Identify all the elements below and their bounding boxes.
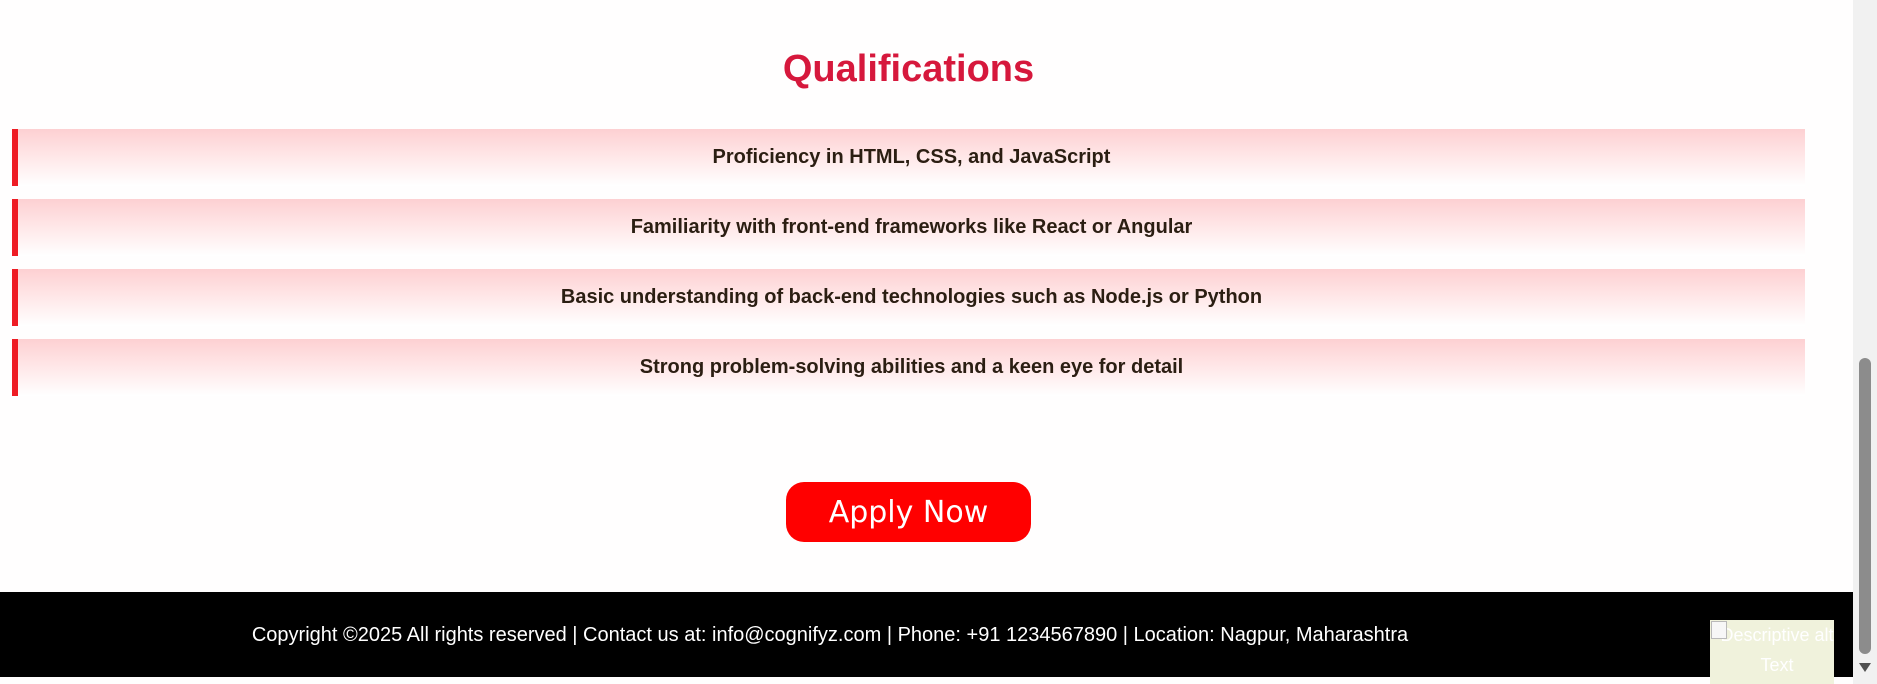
scrollbar-thumb[interactable] xyxy=(1859,358,1871,654)
qualification-item: Strong problem-solving abilities and a k… xyxy=(12,339,1805,396)
footer-text: Copyright ©2025 All rights reserved | Co… xyxy=(251,624,1409,646)
footer: Copyright ©2025 All rights reserved | Co… xyxy=(0,592,1853,677)
qualification-item: Familiarity with front-end frameworks li… xyxy=(12,199,1805,256)
qualification-item: Basic understanding of back-end technolo… xyxy=(12,269,1805,326)
page-content: Qualifications Proficiency in HTML, CSS,… xyxy=(0,0,1853,684)
qualifications-heading: Qualifications xyxy=(782,48,1035,90)
qualifications-list: Proficiency in HTML, CSS, and JavaScript… xyxy=(12,129,1805,409)
scroll-down-arrow-icon[interactable] xyxy=(1859,663,1871,672)
apply-now-button[interactable]: Apply Now xyxy=(786,482,1031,542)
qualification-item: Proficiency in HTML, CSS, and JavaScript xyxy=(12,129,1805,186)
broken-image-icon xyxy=(1711,621,1727,639)
vertical-scrollbar[interactable] xyxy=(1853,0,1877,684)
image-alt-text: Descriptive alt Text xyxy=(1720,625,1834,675)
broken-image: Descriptive alt Text xyxy=(1710,620,1834,684)
